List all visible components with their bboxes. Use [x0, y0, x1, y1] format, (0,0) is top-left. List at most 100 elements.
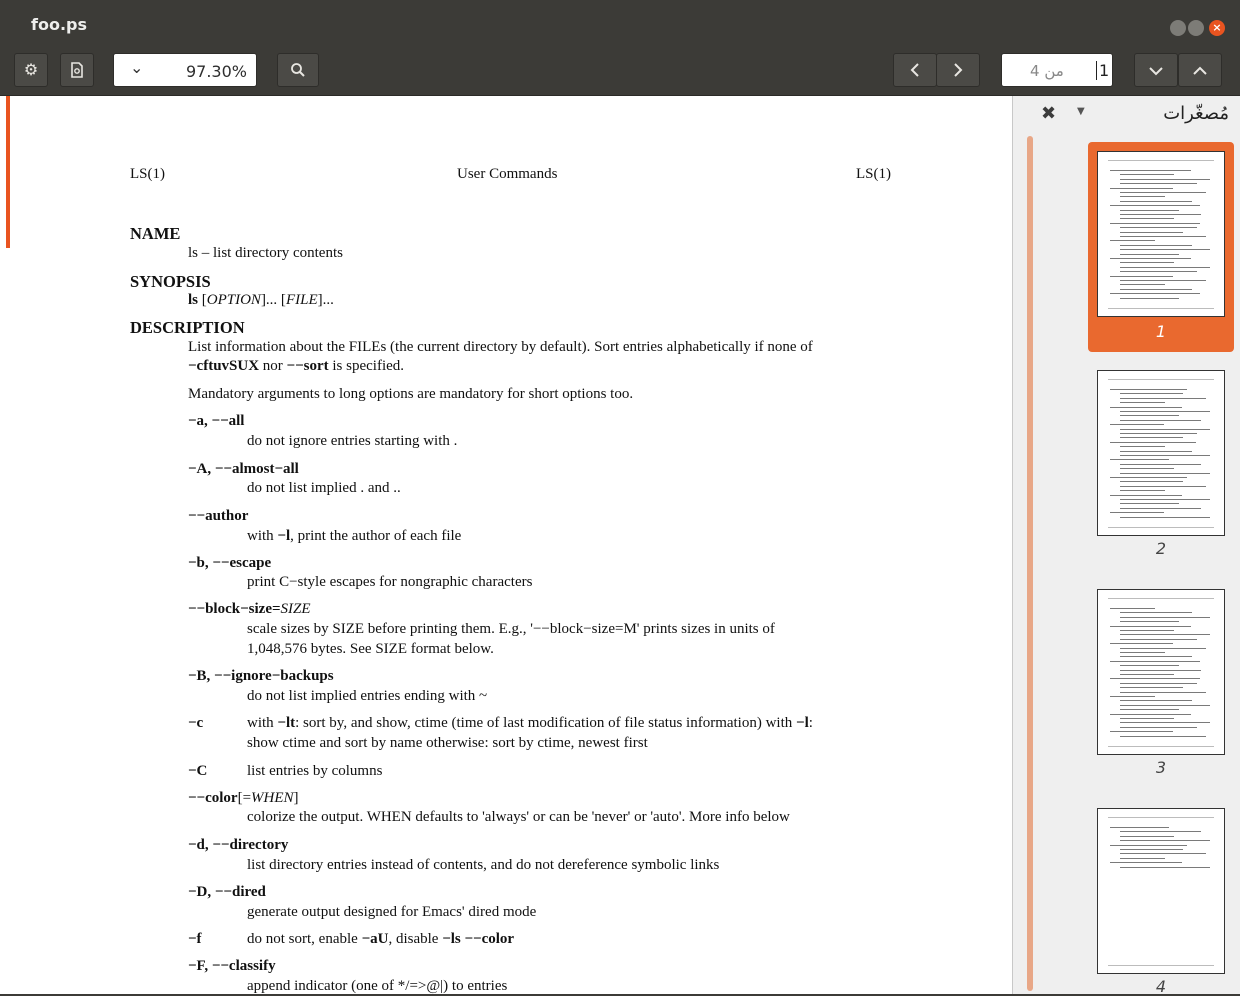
thumbnail-text-line [1110, 275, 1173, 277]
thumbnail-text-line [1120, 174, 1174, 176]
chevron-left-icon [910, 63, 919, 77]
thumbnail-text-line [1120, 178, 1210, 180]
thumbnail-text-line [1108, 965, 1214, 966]
sidebar-label[interactable]: مُصغّرات [1163, 103, 1229, 124]
close-icon[interactable]: × [1209, 20, 1225, 36]
desc-line-1: List information about the FILEs (the cu… [188, 339, 813, 355]
header-left: LS(1) [130, 166, 165, 182]
thumbnail-text-line [1120, 853, 1206, 855]
option-block-size-desc-2: 1,048,576 bytes. See SIZE format below. [247, 641, 494, 657]
thumbnail-text-line [1120, 227, 1197, 229]
minimize-icon[interactable] [1170, 20, 1186, 36]
thumbnail-text-line [1120, 621, 1179, 623]
option-f: −f [188, 931, 202, 947]
thumbnail-text-line [1120, 446, 1165, 448]
thumbnail-text-line [1120, 244, 1192, 246]
thumbnail-text-line [1110, 643, 1173, 645]
thumbnail-number: 4 [1155, 977, 1167, 996]
thumbnail-text-line [1120, 402, 1165, 404]
zoom-combo[interactable]: ⌄ 97.30% [113, 53, 257, 87]
thumbnail-page-4[interactable]: 4 [1088, 800, 1234, 996]
thumbnail-text-line [1120, 280, 1206, 281]
option-b-desc: print C−style escapes for nongraphic cha… [247, 574, 533, 590]
close-sidebar-icon[interactable]: ✖ [1041, 103, 1056, 124]
name-text: ls – list directory contents [188, 245, 343, 261]
option-B-desc: do not list implied entries ending with … [247, 688, 488, 704]
thumbnail-text-line [1120, 271, 1197, 273]
toolbar: ⚙ ⌄ 97.30% من 4 1 [0, 46, 1240, 96]
thumbnail-text-line [1108, 527, 1214, 528]
synopsis-heading: SYNOPSIS [130, 272, 211, 291]
thumbnail-text-line [1120, 455, 1210, 456]
option-b: −b, −−escape [188, 555, 272, 571]
thumbnail-text-line [1120, 433, 1197, 434]
settings-gear-icon[interactable]: ⚙ [14, 53, 48, 87]
thumbnail-text-line [1108, 598, 1214, 599]
thumbnail-text-line [1120, 481, 1183, 483]
thumbnail-text-line [1120, 831, 1201, 833]
option-author-desc: with −l, print the author of each file [247, 528, 462, 544]
find-previous-button[interactable] [1178, 53, 1222, 87]
page-number-field[interactable]: من 4 1 [1001, 53, 1113, 87]
option-C-desc: list entries by columns [247, 763, 383, 779]
page-total-label: من 4 [1030, 62, 1064, 80]
thumbnail-page-3[interactable]: 3 [1088, 581, 1234, 781]
thumbnail-text-line [1108, 379, 1214, 380]
thumbnail-text-line [1110, 862, 1182, 864]
zoom-value: 97.30% [185, 62, 247, 81]
thumbnail-text-line [1110, 205, 1200, 207]
document-viewer[interactable]: LS(1) User Commands LS(1) NAME ls – list… [0, 96, 1012, 994]
thumbnail-text-line [1110, 494, 1182, 496]
page-current-input[interactable]: 1 [1096, 61, 1109, 80]
thumbnail-text-line [1120, 288, 1192, 290]
name-heading: NAME [130, 224, 181, 243]
description-heading: DESCRIPTION [130, 318, 245, 337]
thumbnail-text-line [1120, 437, 1183, 439]
thumbnail-text-line [1120, 849, 1183, 850]
thumbnail-text-line [1110, 827, 1169, 828]
sidebar-dropdown-icon[interactable]: ▼ [1077, 106, 1085, 117]
desc-line-2: −cftuvSUX nor −−sort is specified. [188, 358, 405, 374]
option-d-desc: list directory entries instead of conten… [247, 857, 720, 873]
thumbnail-text-line [1120, 700, 1192, 702]
thumbnail-text-line [1120, 209, 1179, 211]
sidebar-scrollbar[interactable] [1027, 136, 1033, 991]
thumbnail-text-line [1120, 450, 1192, 452]
thumbnail-text-line [1120, 397, 1206, 399]
option-A-desc: do not list implied . and .. [247, 480, 401, 496]
option-c-desc-2: show ctime and sort by name otherwise: s… [247, 735, 648, 751]
option-c-desc-1: with −lt: sort by, and show, ctime (time… [247, 715, 813, 731]
next-page-button[interactable] [936, 53, 980, 87]
previous-page-button[interactable] [893, 53, 937, 87]
search-button[interactable] [277, 53, 319, 87]
thumbnail-text-line [1120, 196, 1165, 198]
thumbnail-page-2[interactable]: 2 [1088, 362, 1234, 562]
thumbnail-text-line [1120, 835, 1174, 837]
thumbnail-text-line [1120, 236, 1206, 237]
thumbnail-sidebar: ✖ ▼ مُصغّرات 1 2 3 4 [1012, 96, 1240, 996]
thumbnail-text-line [1120, 393, 1183, 395]
thumbnail-text-line [1110, 512, 1164, 514]
thumbnail-text-line [1120, 284, 1165, 286]
mandatory-note: Mandatory arguments to long options are … [188, 386, 634, 402]
thumbnail-text-line [1120, 647, 1206, 649]
document-view-icon[interactable] [60, 53, 94, 87]
option-C: −C [188, 763, 208, 779]
thumbnail-text-line [1120, 516, 1210, 518]
thumbnail-text-line [1120, 507, 1201, 509]
thumbnail-text-line [1120, 726, 1197, 728]
option-color: −−color[=WHEN] [188, 790, 299, 806]
thumbnail-text-line [1120, 616, 1210, 618]
thumbnail-text-line [1120, 468, 1174, 470]
thumbnail-page-1[interactable]: 1 [1088, 142, 1234, 352]
thumbnail-text-line [1110, 608, 1155, 609]
option-D: −D, −−dired [188, 884, 266, 900]
chevron-right-icon [954, 63, 963, 77]
chevron-down-icon[interactable]: ⌄ [130, 58, 143, 77]
find-next-button[interactable] [1134, 53, 1178, 87]
maximize-icon[interactable] [1188, 20, 1204, 36]
thumbnail-text-line [1110, 477, 1187, 478]
thumbnail-text-line [1120, 297, 1179, 299]
option-D-desc: generate output designed for Emacs' dire… [247, 904, 537, 920]
thumbnail-preview [1097, 808, 1225, 974]
